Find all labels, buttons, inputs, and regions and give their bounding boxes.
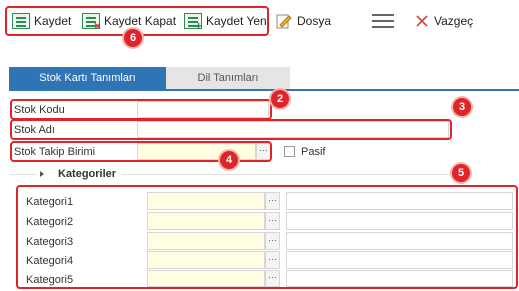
category-label: Kategori4 <box>26 255 74 267</box>
tab-underline <box>9 89 519 91</box>
section-divider-left <box>10 174 36 175</box>
category-lookup-button[interactable]: ··· <box>265 251 280 269</box>
category-code-field[interactable] <box>147 212 265 230</box>
category-lookup-button[interactable]: ··· <box>265 212 280 230</box>
section-divider-right <box>122 174 450 175</box>
cancel-button-label: Vazgeç <box>434 14 474 28</box>
pencil-document-icon <box>276 14 292 28</box>
category-name-field[interactable] <box>286 251 513 269</box>
category-code-field[interactable] <box>147 251 265 269</box>
stock-name-highlight-box <box>10 119 452 140</box>
badge-6: 6 <box>124 29 142 47</box>
file-button[interactable]: Dosya <box>275 11 331 31</box>
tab-language[interactable]: Dil Tanımları <box>166 67 290 89</box>
category-name-field[interactable] <box>286 232 513 250</box>
category-label: Kategori2 <box>26 216 74 228</box>
passive-checkbox[interactable] <box>284 146 295 157</box>
badge-4: 4 <box>220 151 238 169</box>
badge-3: 3 <box>453 98 471 116</box>
menu-icon[interactable] <box>372 14 394 28</box>
tab-stock-card[interactable]: Stok Kartı Tanımları <box>9 67 166 89</box>
category-name-field[interactable] <box>286 192 513 210</box>
close-icon <box>416 15 428 27</box>
passive-label: Pasif <box>301 146 326 158</box>
category-name-field[interactable] <box>286 212 513 230</box>
categories-title: Kategoriler <box>58 168 117 180</box>
category-name-field[interactable] <box>286 270 513 287</box>
category-label: Kategori1 <box>26 196 74 208</box>
cancel-button[interactable]: Vazgeç <box>414 11 473 31</box>
badge-2: 2 <box>271 90 289 108</box>
category-label: Kategori5 <box>26 274 74 286</box>
file-button-label: Dosya <box>297 14 332 28</box>
category-lookup-button[interactable]: ··· <box>265 192 280 210</box>
badge-5: 5 <box>452 164 470 182</box>
category-lookup-button[interactable]: ··· <box>265 270 280 287</box>
category-code-field[interactable] <box>147 270 265 287</box>
category-lookup-button[interactable]: ··· <box>265 232 280 250</box>
collapse-arrow-icon[interactable] <box>40 171 44 177</box>
category-code-field[interactable] <box>147 192 265 210</box>
category-label: Kategori3 <box>26 236 74 248</box>
stock-code-highlight-box <box>10 99 272 120</box>
category-code-field[interactable] <box>147 232 265 250</box>
